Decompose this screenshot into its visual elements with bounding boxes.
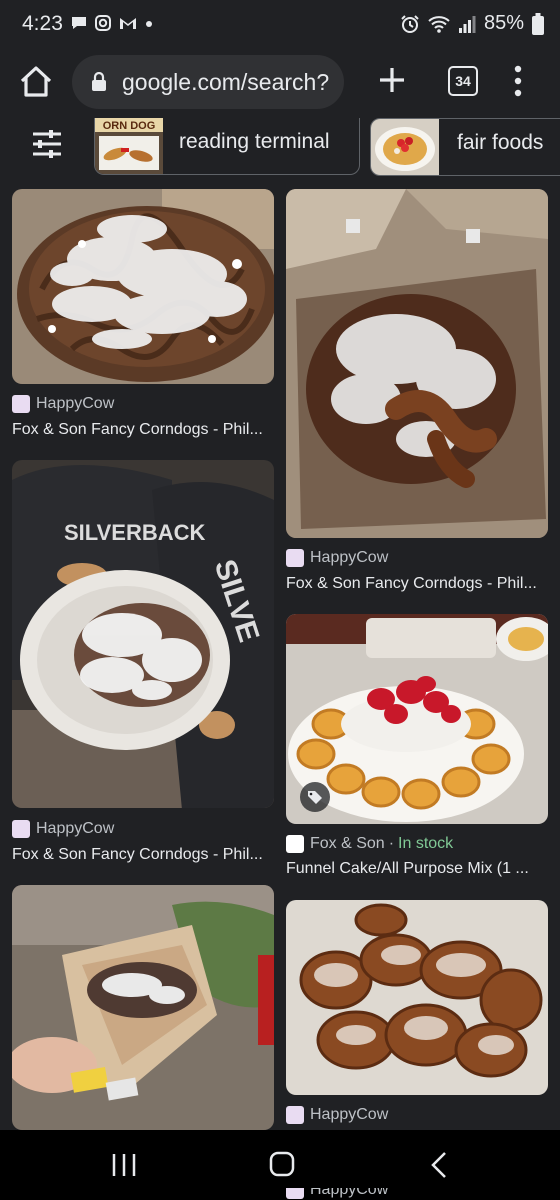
result-image-funnel-cake[interactable] bbox=[12, 189, 274, 384]
url-bar[interactable]: google.com/search? bbox=[72, 55, 344, 109]
image-result[interactable] bbox=[12, 885, 274, 1130]
notification-dot-icon bbox=[146, 21, 152, 27]
source-name: HappyCow bbox=[310, 1188, 389, 1198]
recent-apps-icon[interactable] bbox=[104, 1150, 144, 1180]
result-title[interactable]: Funnel Cake/All Purpose Mix (1 ... bbox=[286, 860, 529, 878]
chip-thumbnail bbox=[371, 119, 439, 175]
happycow-favicon bbox=[286, 1106, 304, 1124]
result-source[interactable]: HappyCow bbox=[12, 395, 114, 413]
source-name: HappyCow bbox=[310, 549, 389, 566]
image-result[interactable]: SILVERBACK SILVE HappyCow Fox & Son Fanc… bbox=[12, 460, 274, 866]
result-title[interactable]: Fox & Son Fancy Corndogs - Phil... bbox=[12, 846, 263, 864]
happycow-favicon bbox=[286, 549, 304, 567]
result-image-funnel-cake-box[interactable] bbox=[286, 189, 548, 538]
gmail-icon bbox=[120, 18, 136, 29]
overflow-menu-icon[interactable] bbox=[510, 64, 526, 98]
result-image-funnel-cake-takeout-box[interactable] bbox=[12, 885, 274, 1130]
cut-off-source-label: HappyCow bbox=[286, 1188, 548, 1200]
instagram-icon bbox=[95, 15, 111, 31]
image-result[interactable]: HappyCow Fox & Son Fancy Corndogs - Phil… bbox=[286, 189, 548, 595]
chip-reading-terminal[interactable]: ORN DOG reading terminal bbox=[94, 118, 360, 175]
result-source[interactable]: HappyCow bbox=[286, 549, 388, 567]
url-text[interactable]: google.com/search? bbox=[122, 69, 340, 96]
chat-bubble-icon bbox=[72, 17, 86, 29]
chip-label: fair foods bbox=[457, 131, 544, 154]
battery-percent: 85% bbox=[483, 12, 524, 34]
result-source[interactable]: HappyCow bbox=[12, 820, 114, 838]
shopping-tag-badge bbox=[300, 782, 330, 812]
system-navigation-bar: HappyCow bbox=[0, 1130, 560, 1200]
tab-switcher-button[interactable]: 34 bbox=[448, 66, 478, 96]
result-title[interactable]: Fox & Son Fancy Corndogs - Phil... bbox=[12, 421, 263, 439]
wifi-icon bbox=[428, 15, 450, 33]
source-name: HappyCow bbox=[36, 820, 115, 837]
status-time: 4:23 bbox=[22, 12, 63, 35]
shirt-text: SILVERBACK bbox=[64, 520, 205, 545]
source-name: HappyCow bbox=[310, 1106, 389, 1123]
happycow-favicon bbox=[12, 820, 30, 838]
stock-status: In stock bbox=[398, 835, 454, 852]
browser-toolbar: google.com/search? 34 bbox=[0, 48, 560, 114]
result-image-funnel-cake-plate[interactable]: SILVERBACK SILVE bbox=[12, 460, 274, 808]
separator-dot: · bbox=[388, 835, 395, 852]
result-source[interactable]: Fox & Son · In stock bbox=[286, 835, 453, 853]
image-result[interactable]: HappyCow Fox & Son Fancy Corndogs - Phil… bbox=[12, 189, 274, 439]
chip-thumb-text: ORN DOG bbox=[103, 120, 156, 132]
status-bar: 4:23 85% bbox=[0, 0, 560, 48]
alarm-icon bbox=[401, 14, 419, 33]
happycow-favicon bbox=[286, 1188, 304, 1199]
new-tab-icon[interactable] bbox=[374, 62, 410, 98]
related-searches-chips: ORN DOG reading terminal fair foods bbox=[0, 118, 560, 178]
filter-icon[interactable] bbox=[30, 127, 64, 161]
happycow-favicon bbox=[12, 395, 30, 413]
chip-fair-foods[interactable]: fair foods bbox=[370, 118, 560, 176]
home-button-icon[interactable] bbox=[262, 1150, 302, 1180]
chip-label: reading terminal bbox=[179, 130, 330, 153]
back-icon[interactable] bbox=[420, 1150, 460, 1180]
battery-icon bbox=[532, 12, 544, 35]
result-source[interactable]: HappyCow bbox=[286, 1106, 388, 1124]
chip-thumbnail: ORN DOG bbox=[95, 118, 163, 174]
home-icon[interactable] bbox=[16, 62, 56, 102]
image-result[interactable]: HappyCow bbox=[286, 900, 548, 1130]
image-result[interactable]: Fox & Son · In stock Funnel Cake/All Pur… bbox=[286, 614, 548, 884]
result-image-funnel-cake-sugar[interactable] bbox=[286, 900, 548, 1095]
lock-icon bbox=[92, 72, 106, 91]
signal-icon bbox=[458, 15, 476, 33]
price-tag-icon bbox=[308, 791, 322, 804]
source-name: Fox & Son bbox=[310, 835, 385, 852]
result-title[interactable]: Fox & Son Fancy Corndogs - Phil... bbox=[286, 575, 537, 593]
foxandson-favicon bbox=[286, 835, 304, 853]
source-name: HappyCow bbox=[36, 395, 115, 412]
